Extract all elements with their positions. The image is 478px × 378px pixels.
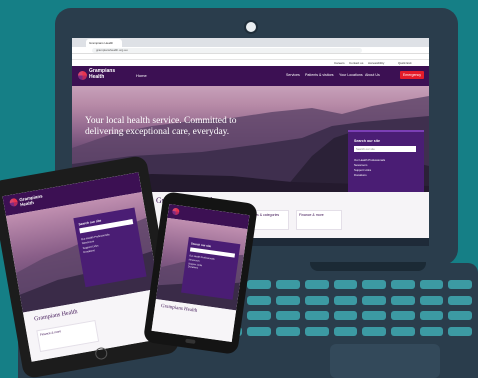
key xyxy=(448,295,472,305)
nav-home[interactable]: Home xyxy=(136,73,147,78)
key xyxy=(247,311,272,320)
key xyxy=(276,326,300,336)
laptop-hinge xyxy=(310,262,426,271)
nav-item-about[interactable]: About Us xyxy=(365,73,380,77)
key xyxy=(276,295,300,305)
key xyxy=(304,326,329,336)
key xyxy=(390,326,415,336)
key xyxy=(390,295,415,305)
hero-title: Your local health service. Committed to … xyxy=(85,116,237,137)
key xyxy=(390,311,415,320)
search-label: Search our site xyxy=(354,139,380,143)
key xyxy=(448,326,472,336)
key xyxy=(247,280,272,289)
key xyxy=(333,326,358,336)
phone-screen: Search our site Our Health Professionals… xyxy=(151,203,250,343)
browser-tab-bar xyxy=(72,38,429,47)
browser-tab[interactable]: Grampians Health xyxy=(86,39,122,47)
content-card[interactable]: Finance & more xyxy=(296,210,342,230)
key xyxy=(419,326,444,336)
key xyxy=(390,280,415,289)
home-button xyxy=(94,346,109,361)
phone-speaker xyxy=(185,338,196,344)
quick-link[interactable]: Donations xyxy=(354,173,385,178)
key xyxy=(333,280,358,289)
trackpad xyxy=(330,344,440,378)
key xyxy=(333,311,358,320)
utility-link[interactable]: Careers xyxy=(334,61,345,65)
key xyxy=(419,311,444,320)
key xyxy=(362,295,386,305)
emergency-button[interactable]: Emergency xyxy=(400,71,424,79)
key xyxy=(362,311,386,320)
utility-link[interactable]: Accessibility xyxy=(368,61,384,65)
utility-link[interactable]: Contact us xyxy=(349,61,363,65)
key xyxy=(419,280,444,289)
key xyxy=(448,311,472,320)
utility-link[interactable]: Quick Exit xyxy=(398,61,412,65)
key xyxy=(276,311,300,320)
key xyxy=(247,295,272,305)
key xyxy=(304,311,329,320)
key xyxy=(448,280,472,289)
nav-item-services[interactable]: Services xyxy=(286,73,300,77)
key xyxy=(362,326,386,336)
nav-item-patients[interactable]: Patients & visitors xyxy=(305,73,334,77)
site-logo-text[interactable]: Grampians Health xyxy=(89,68,119,80)
address-bar[interactable]: grampianshealth.org.au xyxy=(92,48,362,53)
logo-icon[interactable] xyxy=(78,71,87,80)
key xyxy=(362,280,386,289)
key xyxy=(304,295,329,305)
key xyxy=(247,326,272,336)
key xyxy=(419,295,444,305)
camera-icon xyxy=(244,20,258,34)
tablet-screen: Grampians Health Search our site Our Hea… xyxy=(2,172,168,362)
quick-links: Our Health Professionals Newsroom Suppor… xyxy=(354,158,385,178)
key xyxy=(276,280,300,289)
nav-item-locations[interactable]: Your Locations xyxy=(339,73,363,77)
key xyxy=(333,295,358,305)
logo-line: Health xyxy=(89,73,105,80)
search-input[interactable]: Search our site xyxy=(354,146,416,152)
key xyxy=(304,280,329,289)
